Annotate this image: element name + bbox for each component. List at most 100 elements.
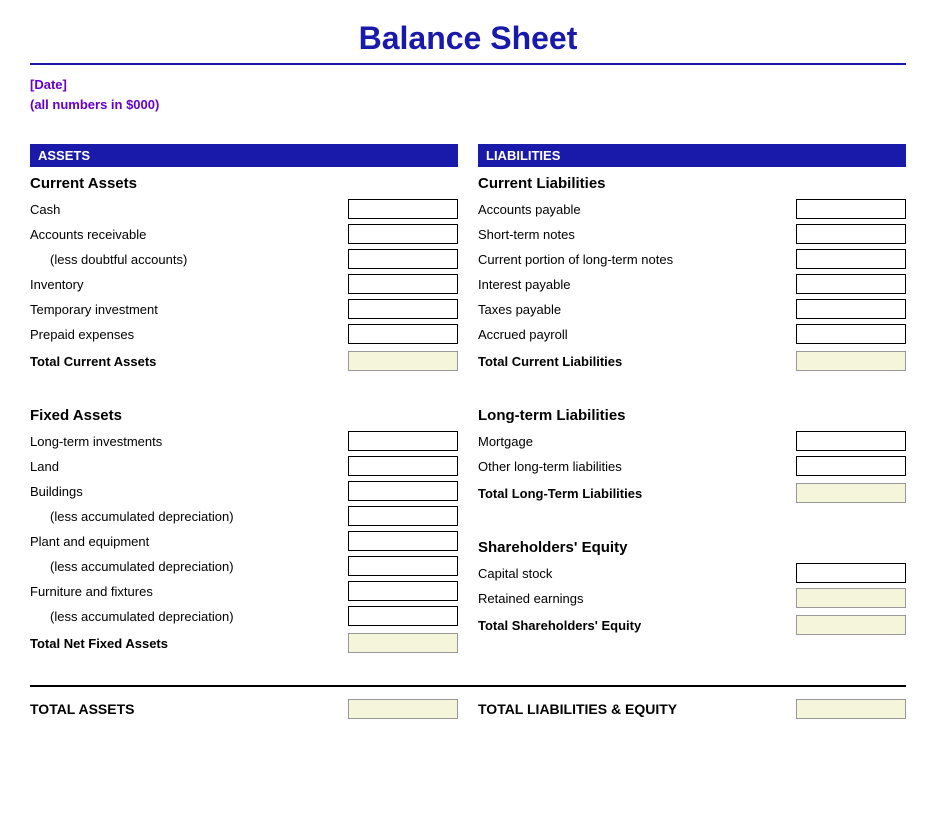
total-liabilities-equity-label: TOTAL LIABILITIES & EQUITY xyxy=(478,701,796,717)
list-item: Inventory xyxy=(30,273,458,295)
interest-payable-input[interactable] xyxy=(796,274,906,294)
list-item: Short-term notes xyxy=(478,223,906,245)
total-current-liabilities-row: Total Current Liabilities xyxy=(478,349,906,373)
other-longterm-input[interactable] xyxy=(796,456,906,476)
accrued-payroll-input[interactable] xyxy=(796,324,906,344)
accounts-payable-input[interactable] xyxy=(796,199,906,219)
less-doubtful-label: (less doubtful accounts) xyxy=(30,252,348,267)
list-item: Mortgage xyxy=(478,430,906,452)
furniture-fixtures-input[interactable] xyxy=(348,581,458,601)
total-current-liabilities-label: Total Current Liabilities xyxy=(478,354,796,369)
prepaid-expenses-input[interactable] xyxy=(348,324,458,344)
cash-label: Cash xyxy=(30,202,348,217)
list-item: Accrued payroll xyxy=(478,323,906,345)
total-equity-label: Total Shareholders' Equity xyxy=(478,618,796,633)
list-item: Cash xyxy=(30,198,458,220)
long-term-investments-input[interactable] xyxy=(348,431,458,451)
land-label: Land xyxy=(30,459,348,474)
temporary-investment-input[interactable] xyxy=(348,299,458,319)
temporary-investment-label: Temporary investment xyxy=(30,302,348,317)
buildings-depreciation-label: (less accumulated depreciation) xyxy=(30,509,348,524)
liabilities-column: LIABILITIES Current Liabilities Accounts… xyxy=(478,144,906,665)
mortgage-input[interactable] xyxy=(796,431,906,451)
prepaid-expenses-label: Prepaid expenses xyxy=(30,327,348,342)
current-liabilities-title: Current Liabilities xyxy=(478,175,906,192)
furniture-depreciation-input[interactable] xyxy=(348,606,458,626)
total-current-assets-row: Total Current Assets xyxy=(30,349,458,373)
total-current-assets-input[interactable] xyxy=(348,351,458,371)
list-item: Retained earnings xyxy=(478,587,906,609)
short-term-notes-label: Short-term notes xyxy=(478,227,796,242)
total-net-fixed-assets-label: Total Net Fixed Assets xyxy=(30,636,348,651)
bottom-totals: TOTAL ASSETS TOTAL LIABILITIES & EQUITY xyxy=(30,685,906,719)
list-item: Accounts payable xyxy=(478,198,906,220)
current-portion-longterm-input[interactable] xyxy=(796,249,906,269)
page-title: Balance Sheet xyxy=(30,20,906,65)
total-assets-row: TOTAL ASSETS xyxy=(30,699,458,719)
mortgage-label: Mortgage xyxy=(478,434,796,449)
total-liabilities-equity-row: TOTAL LIABILITIES & EQUITY xyxy=(478,699,906,719)
total-net-fixed-assets-input[interactable] xyxy=(348,633,458,653)
interest-payable-label: Interest payable xyxy=(478,277,796,292)
plant-depreciation-input[interactable] xyxy=(348,556,458,576)
list-item: Temporary investment xyxy=(30,298,458,320)
less-doubtful-input[interactable] xyxy=(348,249,458,269)
total-liabilities-equity-input[interactable] xyxy=(796,699,906,719)
list-item: Furniture and fixtures xyxy=(30,580,458,602)
total-assets-label: TOTAL ASSETS xyxy=(30,701,348,717)
long-term-investments-label: Long-term investments xyxy=(30,434,348,449)
capital-stock-input[interactable] xyxy=(796,563,906,583)
total-longterm-liabilities-label: Total Long-Term Liabilities xyxy=(478,486,796,501)
list-item: (less doubtful accounts) xyxy=(30,248,458,270)
land-input[interactable] xyxy=(348,456,458,476)
accounts-receivable-label: Accounts receivable xyxy=(30,227,348,242)
list-item: Accounts receivable xyxy=(30,223,458,245)
list-item: (less accumulated depreciation) xyxy=(30,555,458,577)
list-item: Other long-term liabilities xyxy=(478,455,906,477)
current-assets-title: Current Assets xyxy=(30,175,458,192)
list-item: Plant and equipment xyxy=(30,530,458,552)
list-item: Land xyxy=(30,455,458,477)
plant-equipment-label: Plant and equipment xyxy=(30,534,348,549)
total-net-fixed-assets-row: Total Net Fixed Assets xyxy=(30,631,458,655)
list-item: Long-term investments xyxy=(30,430,458,452)
accounts-payable-label: Accounts payable xyxy=(478,202,796,217)
plant-equipment-input[interactable] xyxy=(348,531,458,551)
total-equity-row: Total Shareholders' Equity xyxy=(478,613,906,637)
retained-earnings-label: Retained earnings xyxy=(478,591,796,606)
list-item: Capital stock xyxy=(478,562,906,584)
inventory-input[interactable] xyxy=(348,274,458,294)
buildings-input[interactable] xyxy=(348,481,458,501)
short-term-notes-input[interactable] xyxy=(796,224,906,244)
total-assets-input[interactable] xyxy=(348,699,458,719)
total-current-liabilities-input[interactable] xyxy=(796,351,906,371)
furniture-fixtures-label: Furniture and fixtures xyxy=(30,584,348,599)
liabilities-header: LIABILITIES xyxy=(478,144,906,167)
list-item: Buildings xyxy=(30,480,458,502)
total-current-assets-label: Total Current Assets xyxy=(30,354,348,369)
furniture-depreciation-label: (less accumulated depreciation) xyxy=(30,609,348,624)
fixed-assets-title: Fixed Assets xyxy=(30,407,458,424)
other-longterm-label: Other long-term liabilities xyxy=(478,459,796,474)
accrued-payroll-label: Accrued payroll xyxy=(478,327,796,342)
cash-input[interactable] xyxy=(348,199,458,219)
total-equity-input[interactable] xyxy=(796,615,906,635)
plant-depreciation-label: (less accumulated depreciation) xyxy=(30,559,348,574)
taxes-payable-label: Taxes payable xyxy=(478,302,796,317)
accounts-receivable-input[interactable] xyxy=(348,224,458,244)
subtitle-note: (all numbers in $000) xyxy=(30,95,906,115)
list-item: Interest payable xyxy=(478,273,906,295)
buildings-label: Buildings xyxy=(30,484,348,499)
buildings-depreciation-input[interactable] xyxy=(348,506,458,526)
longterm-liabilities-title: Long-term Liabilities xyxy=(478,407,906,424)
total-longterm-liabilities-input[interactable] xyxy=(796,483,906,503)
list-item: Current portion of long-term notes xyxy=(478,248,906,270)
taxes-payable-input[interactable] xyxy=(796,299,906,319)
equity-title: Shareholders' Equity xyxy=(478,539,906,556)
list-item: (less accumulated depreciation) xyxy=(30,505,458,527)
inventory-label: Inventory xyxy=(30,277,348,292)
assets-column: ASSETS Current Assets Cash Accounts rece… xyxy=(30,144,458,665)
assets-header: ASSETS xyxy=(30,144,458,167)
list-item: Prepaid expenses xyxy=(30,323,458,345)
retained-earnings-input[interactable] xyxy=(796,588,906,608)
